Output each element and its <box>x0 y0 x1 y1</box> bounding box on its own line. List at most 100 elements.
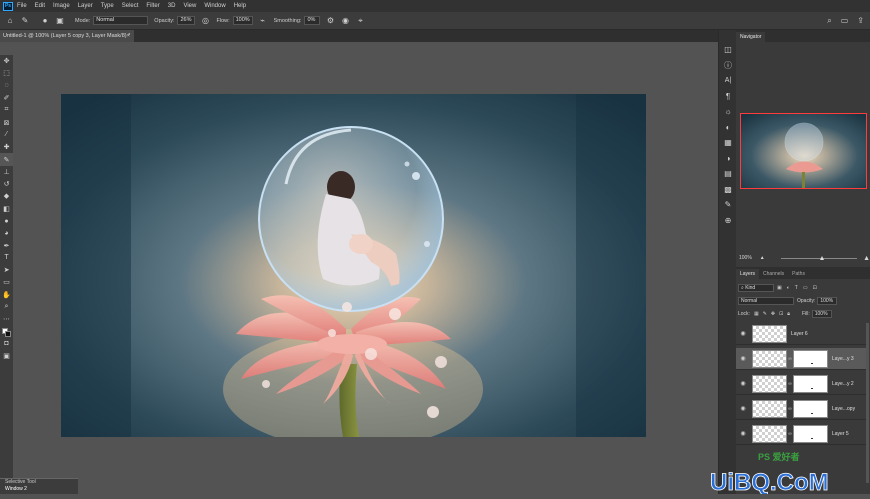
gradient-icon[interactable]: ◧ <box>0 203 13 215</box>
zoom-icon[interactable]: ⌕ <box>0 301 13 313</box>
selective-tool-panel[interactable]: Selective Tool Window 2 <box>0 478 78 494</box>
eye-icon[interactable]: ◉ <box>738 380 748 387</box>
type-icon[interactable]: T <box>0 252 13 264</box>
brushes-icon[interactable]: ✎ <box>719 197 737 213</box>
blur-icon[interactable]: ● <box>0 215 13 227</box>
eraser-icon[interactable]: ◆ <box>0 190 13 202</box>
screen-mode-icon[interactable]: ▣ <box>0 350 13 362</box>
paragraph-icon[interactable]: ¶ <box>719 89 737 105</box>
eye-icon[interactable]: ◉ <box>738 405 748 412</box>
move-icon[interactable]: ✥ <box>0 55 13 67</box>
menu-window[interactable]: Window <box>204 3 225 9</box>
lasso-icon[interactable]: ◌ <box>0 80 13 92</box>
quick-select-icon[interactable]: ✐ <box>0 92 13 104</box>
quick-mask-icon[interactable]: ◘ <box>0 338 13 350</box>
adjustments-icon[interactable]: ◑ <box>719 151 737 167</box>
history-brush-icon[interactable]: ↺ <box>0 178 13 190</box>
layer-row-layer-5-copy-3[interactable]: ◉ ∞ Laye...y 3 <box>736 348 868 370</box>
gear-icon[interactable]: ⚙ <box>325 16 335 26</box>
lock-paint-icon[interactable]: ✎ <box>763 311 767 317</box>
mini-panel-row[interactable]: Window 2 <box>0 486 78 493</box>
lock-move-icon[interactable]: ✥ <box>771 311 775 317</box>
blend-mode-select[interactable]: Normal <box>738 296 794 305</box>
tab-paths[interactable]: Paths <box>788 269 809 279</box>
pressure-opacity-icon[interactable]: ◎ <box>200 16 210 26</box>
tab-channels[interactable]: Channels <box>759 269 788 279</box>
hand-icon[interactable]: ✋ <box>0 289 13 301</box>
layer-row-layer-6[interactable]: ◉ Layer 6 <box>736 323 868 345</box>
clone-source-icon[interactable]: ⊕ <box>719 213 737 229</box>
layer-name[interactable]: Laye...y 2 <box>832 381 854 387</box>
lock-all-icon[interactable]: 🔒︎ <box>787 311 790 317</box>
styles-icon[interactable]: ▤ <box>719 166 737 182</box>
brush-size-icon[interactable]: ● <box>40 16 50 26</box>
brush-settings-icon[interactable]: ▣ <box>55 16 65 26</box>
eyedropper-icon[interactable]: ⁄ <box>0 129 13 141</box>
path-select-icon[interactable]: ➤ <box>0 264 13 276</box>
document-tab[interactable]: Untitled-1 @ 100% (Layer 5 copy 3, Layer… <box>0 30 134 42</box>
filter-smart-icon[interactable]: ⊡ <box>813 285 817 291</box>
clone-stamp-icon[interactable]: ⊥ <box>0 166 13 178</box>
menu-help[interactable]: Help <box>234 3 246 9</box>
crop-icon[interactable]: ⌗ <box>0 104 13 116</box>
filter-shape-icon[interactable]: ▭ <box>803 285 808 291</box>
symmetry-icon[interactable]: ⌖ <box>355 16 365 26</box>
layer-name[interactable]: Laye...y 3 <box>832 356 854 362</box>
pressure-size-icon[interactable]: ◉ <box>340 16 350 26</box>
layer-name[interactable]: Laye...opy <box>832 406 855 412</box>
document-canvas[interactable] <box>61 94 646 437</box>
navigator-zoom-value[interactable]: 100% <box>739 255 752 261</box>
color-swatch-icon[interactable] <box>0 326 13 338</box>
menu-edit[interactable]: Edit <box>35 3 45 9</box>
history-icon[interactable]: ◫ <box>719 42 737 58</box>
zoom-out-icon[interactable]: ▲ <box>760 255 765 261</box>
layer-mask-thumbnail[interactable] <box>793 374 828 393</box>
color-icon[interactable]: ◐ <box>719 120 737 136</box>
layer-opacity-field[interactable]: 100% <box>817 296 838 305</box>
menu-layer[interactable]: Layer <box>78 3 93 9</box>
mode-select[interactable]: Normal <box>93 16 149 25</box>
share-icon[interactable]: ⇪ <box>857 16 864 26</box>
fill-field[interactable]: 100% <box>811 309 832 318</box>
navigator-thumbnail[interactable] <box>740 113 867 189</box>
healing-icon[interactable]: ✚ <box>0 141 13 153</box>
layer-filter-kind[interactable]: ⌕ Kind <box>738 283 774 292</box>
layer-mask-thumbnail[interactable] <box>793 424 828 443</box>
lock-artboard-icon[interactable]: ⊡ <box>779 311 783 317</box>
lightbulb-icon[interactable]: ☼ <box>719 104 737 120</box>
workspace-icon[interactable]: ▭ <box>841 16 849 26</box>
swatches-icon[interactable]: ▦ <box>719 135 737 151</box>
opacity-field[interactable]: 26% <box>177 16 196 25</box>
layer-mask-thumbnail[interactable] <box>793 399 828 418</box>
dodge-icon[interactable]: ◕ <box>0 227 13 239</box>
tab-layers[interactable]: Layers <box>736 269 760 279</box>
lock-pixels-icon[interactable]: ▦ <box>754 311 759 317</box>
character-icon[interactable]: A| <box>719 73 737 89</box>
zoom-slider[interactable] <box>780 255 858 260</box>
layer-name[interactable]: Layer 6 <box>791 331 808 337</box>
layer-mask-thumbnail[interactable] <box>793 349 828 368</box>
eye-icon[interactable]: ◉ <box>738 430 748 437</box>
menu-filter[interactable]: Filter <box>146 3 159 9</box>
airbrush-icon[interactable]: ⌁ <box>258 16 268 26</box>
pen-icon[interactable]: ✒ <box>0 239 13 251</box>
libraries-icon[interactable]: ▩ <box>719 182 737 198</box>
menu-3d[interactable]: 3D <box>168 3 176 9</box>
info-icon[interactable]: ⓘ <box>719 58 737 74</box>
tab-navigator[interactable]: Navigator <box>736 32 766 42</box>
eye-icon[interactable]: ◉ <box>738 330 748 337</box>
eye-icon[interactable]: ◉ <box>738 355 748 362</box>
smoothing-field[interactable]: 0% <box>304 16 321 25</box>
search-icon[interactable]: ⌕ <box>827 16 831 26</box>
menu-view[interactable]: View <box>183 3 196 9</box>
menu-image[interactable]: Image <box>53 3 70 9</box>
menu-file[interactable]: File <box>17 3 27 9</box>
layer-row-layer-5-copy[interactable]: ◉ ∞ Laye...opy <box>736 398 868 420</box>
home-icon[interactable]: ⌂ <box>5 16 15 26</box>
marquee-icon[interactable]: ⬚ <box>0 67 13 79</box>
layer-row-layer-5-copy-2[interactable]: ◉ ∞ Laye...y 2 <box>736 373 868 395</box>
rectangle-icon[interactable]: ▭ <box>0 276 13 288</box>
filter-type-icon[interactable]: T <box>795 285 798 291</box>
flow-field[interactable]: 100% <box>232 16 253 25</box>
brush-icon[interactable]: ✎ <box>0 153 13 166</box>
